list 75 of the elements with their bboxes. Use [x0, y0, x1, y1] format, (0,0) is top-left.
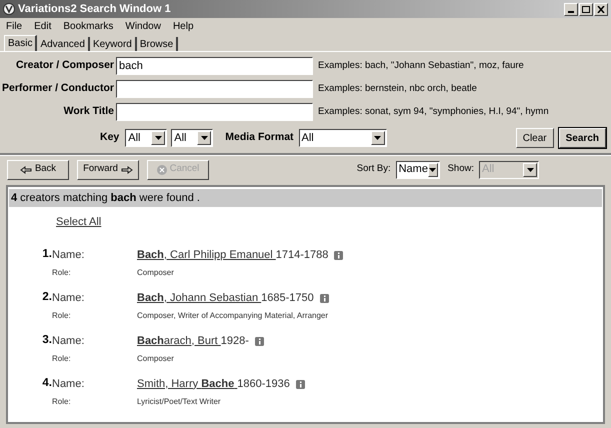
field-label: Work Title: [62, 104, 115, 120]
life-dates: 1714-1788: [276, 248, 328, 263]
role-value: Composer, Writer of Accompanying Material, Arranger: [137, 310, 328, 322]
info-icon[interactable]: [334, 250, 344, 260]
results-summary: 4 creators matching bach were found .: [11, 190, 200, 206]
field-label: Key: [100, 130, 120, 146]
dropdown[interactable]: All: [171, 129, 214, 147]
name-label: Name:: [52, 290, 86, 306]
menu-item[interactable]: File: [6, 18, 22, 34]
dropdown-caret-icon: [523, 162, 537, 176]
info-icon[interactable]: [296, 380, 305, 388]
life-dates: 1928-: [220, 334, 249, 349]
result-number: 1.: [41, 247, 52, 262]
name-label: Name:: [52, 334, 86, 349]
text-field[interactable]: [116, 80, 313, 98]
text-field[interactable]: [116, 103, 313, 121]
dropdown[interactable]: All: [298, 129, 387, 147]
show-label: Show:: [448, 162, 474, 176]
creator-link[interactable]: Bach, Carl Philipp Emanuel: [137, 246, 276, 264]
role-label: Role:: [52, 396, 72, 408]
name-label: Name:: [52, 248, 86, 263]
select-all-link[interactable]: Select All: [56, 216, 102, 228]
menu-item[interactable]: Bookmarks: [63, 18, 114, 34]
life-dates: 1685-1750: [261, 290, 314, 306]
field-label: Creator / Composer: [14, 58, 115, 74]
search-button[interactable]: Search: [558, 128, 606, 148]
clear-button[interactable]: Clear: [516, 128, 554, 148]
maximize-button[interactable]: [579, 2, 593, 16]
forward-button[interactable]: Forward: [77, 160, 139, 180]
role-value: Composer: [137, 353, 174, 365]
menu-item[interactable]: Edit: [34, 18, 52, 34]
back-button[interactable]: Back: [7, 160, 69, 180]
result-number: 4.: [41, 376, 52, 392]
example-hint: Examples: bach, "Johann Sebastian", moz, faure: [318, 58, 524, 73]
info-icon[interactable]: [254, 336, 264, 346]
life-dates: 1860-1936: [237, 376, 290, 392]
tab[interactable]: Browse: [136, 37, 178, 51]
dropdown-caret-icon: [428, 162, 438, 176]
menu-item[interactable]: Window: [125, 18, 161, 34]
info-icon[interactable]: [320, 294, 329, 302]
creator-link[interactable]: Bach, Johann Sebastian: [137, 290, 262, 306]
dropdown-caret-icon: [151, 131, 166, 145]
name-label: Name:: [52, 376, 86, 392]
example-hint: Examples: sonat, sym 94, "symphonies, H.I, 94", hymn: [318, 104, 549, 119]
dropdown-caret-icon: [370, 131, 385, 145]
tab[interactable]: Advanced: [37, 37, 90, 51]
role-label: Role:: [52, 267, 72, 279]
creator-link[interactable]: Bacharach, Burt: [137, 332, 221, 350]
app-logo-icon: [3, 3, 15, 15]
field-label: Media Format: [225, 130, 294, 146]
result-number: 2.: [41, 290, 52, 306]
sort-by-label: Sort By:: [356, 162, 391, 176]
forward-arrow-icon: [120, 166, 133, 174]
role-label: Role:: [52, 353, 72, 365]
role-value: Lyricist/Poet/Text Writer: [137, 396, 221, 408]
example-hint: Examples: bernstein, nbc orch, beatle: [318, 82, 477, 96]
close-button[interactable]: [594, 2, 608, 16]
dropdown[interactable]: All: [125, 129, 168, 147]
close-icon: [597, 6, 605, 12]
text-field[interactable]: bach: [116, 57, 313, 75]
maximize-icon: [582, 6, 590, 12]
menu-item[interactable]: Help: [172, 18, 194, 34]
field-label: Performer / Conductor: [0, 81, 115, 96]
tab[interactable]: Keyword: [90, 37, 137, 51]
cancel-icon: [156, 164, 167, 174]
role-label: Role:: [52, 310, 72, 322]
back-arrow-icon: [20, 166, 32, 174]
dropdown-caret-icon: [197, 131, 212, 145]
window-title: Variations2 Search Window 1: [18, 2, 171, 17]
creator-link[interactable]: Smith, Harry Bache: [137, 376, 238, 392]
minimize-button[interactable]: [564, 2, 578, 16]
role-value: Composer: [137, 267, 174, 279]
tab[interactable]: Basic: [4, 35, 38, 51]
result-number: 3.: [41, 333, 52, 348]
dropdown[interactable]: Name: [396, 160, 440, 178]
